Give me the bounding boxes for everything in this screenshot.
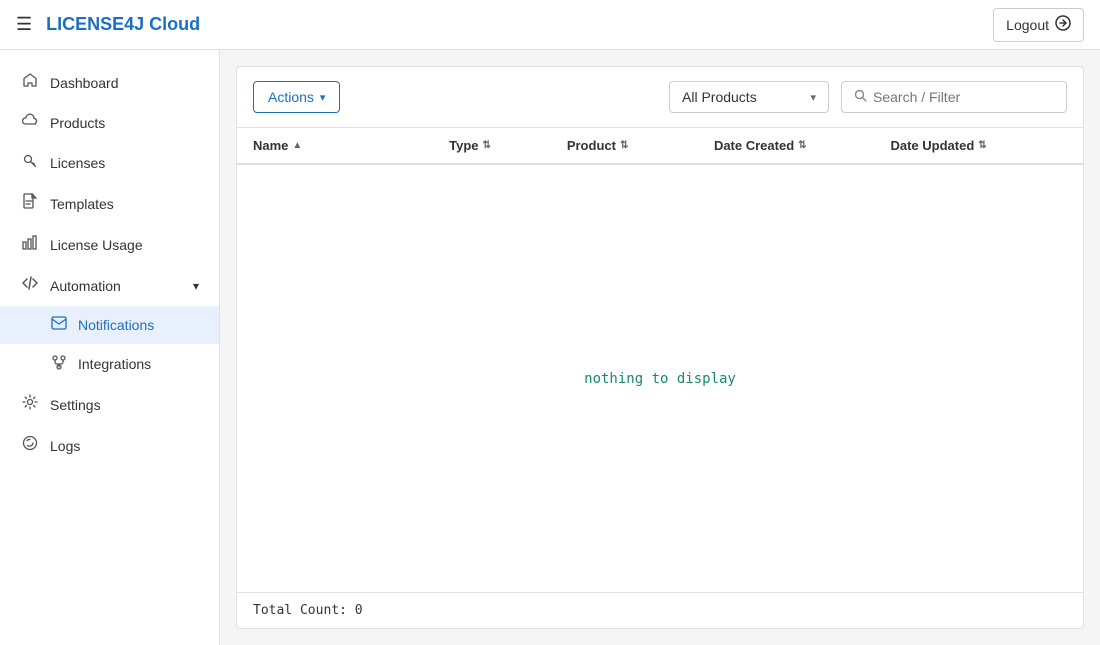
content-card: Actions ▾ All Products ▾ Name — [236, 66, 1084, 629]
cloud-icon — [20, 113, 40, 132]
chart-icon — [20, 234, 40, 255]
sidebar: Dashboard Products Licenses Templates Li — [0, 50, 220, 645]
house-icon — [20, 72, 40, 93]
column-product-label: Product — [567, 138, 616, 153]
file-icon — [20, 193, 40, 214]
code-icon — [20, 275, 40, 296]
sidebar-item-licenses[interactable]: Licenses — [0, 142, 219, 183]
logout-icon — [1055, 15, 1071, 35]
app-logo: LICENSE4J Cloud — [46, 14, 993, 35]
sidebar-item-label: Automation — [50, 278, 121, 294]
product-filter-dropdown[interactable]: All Products ▾ — [669, 81, 829, 113]
sort-both-icon: ⇅ — [483, 140, 491, 151]
sidebar-item-label: Settings — [50, 397, 101, 413]
sidebar-item-products[interactable]: Products — [0, 103, 219, 142]
hamburger-icon[interactable]: ☰ — [16, 14, 32, 35]
column-date-created[interactable]: Date Created ⇅ — [714, 138, 891, 153]
integrations-icon — [50, 354, 68, 374]
sidebar-item-label: Integrations — [78, 356, 151, 372]
sidebar-item-logs[interactable]: Logs — [0, 425, 219, 466]
search-filter-box[interactable] — [841, 81, 1067, 113]
column-product[interactable]: Product ⇅ — [567, 138, 714, 153]
settings-icon — [20, 394, 40, 415]
sidebar-item-label: Products — [50, 115, 105, 131]
table-body: nothing to display — [237, 165, 1083, 592]
sidebar-item-settings[interactable]: Settings — [0, 384, 219, 425]
empty-message: nothing to display — [584, 371, 736, 387]
sidebar-item-notifications[interactable]: Notifications — [0, 306, 219, 344]
logout-label: Logout — [1006, 17, 1049, 33]
column-type[interactable]: Type ⇅ — [449, 138, 567, 153]
sort-both-icon: ⇅ — [620, 140, 628, 151]
actions-label: Actions — [268, 89, 314, 105]
toolbar: Actions ▾ All Products ▾ — [237, 67, 1083, 128]
column-name-label: Name — [253, 138, 288, 153]
sort-asc-icon: ▲ — [292, 140, 302, 151]
column-type-label: Type — [449, 138, 478, 153]
sidebar-item-label: Logs — [50, 438, 80, 454]
column-name[interactable]: Name ▲ — [253, 138, 449, 153]
search-input[interactable] — [873, 89, 1054, 105]
sort-both-icon: ⇅ — [798, 140, 806, 151]
sidebar-item-integrations[interactable]: Integrations — [0, 344, 219, 384]
column-date-created-label: Date Created — [714, 138, 794, 153]
sort-both-icon: ⇅ — [978, 140, 986, 151]
sidebar-item-templates[interactable]: Templates — [0, 183, 219, 224]
product-filter-label: All Products — [682, 89, 757, 105]
sidebar-item-dashboard[interactable]: Dashboard — [0, 62, 219, 103]
sidebar-item-label: Licenses — [50, 155, 105, 171]
column-date-updated-label: Date Updated — [890, 138, 974, 153]
column-date-updated[interactable]: Date Updated ⇅ — [890, 138, 1067, 153]
chevron-down-icon: ▾ — [810, 91, 816, 104]
sidebar-item-label: Notifications — [78, 317, 154, 333]
chevron-down-icon: ▾ — [193, 279, 199, 293]
search-icon — [854, 89, 867, 105]
sidebar-item-label: Dashboard — [50, 75, 119, 91]
key-icon — [20, 152, 40, 173]
main-content: Actions ▾ All Products ▾ Name — [220, 50, 1100, 645]
logout-button[interactable]: Logout — [993, 8, 1084, 42]
actions-button[interactable]: Actions ▾ — [253, 81, 340, 113]
mail-icon — [50, 316, 68, 334]
sidebar-item-automation[interactable]: Automation ▾ — [0, 265, 219, 306]
logs-icon — [20, 435, 40, 456]
total-count-label: Total Count: 0 — [253, 603, 363, 618]
sidebar-item-label: License Usage — [50, 237, 143, 253]
sidebar-item-license-usage[interactable]: License Usage — [0, 224, 219, 265]
table-footer: Total Count: 0 — [237, 592, 1083, 628]
chevron-down-icon: ▾ — [320, 91, 326, 104]
sidebar-item-label: Templates — [50, 196, 114, 212]
table-header: Name ▲ Type ⇅ Product ⇅ Date Created ⇅ D… — [237, 128, 1083, 165]
